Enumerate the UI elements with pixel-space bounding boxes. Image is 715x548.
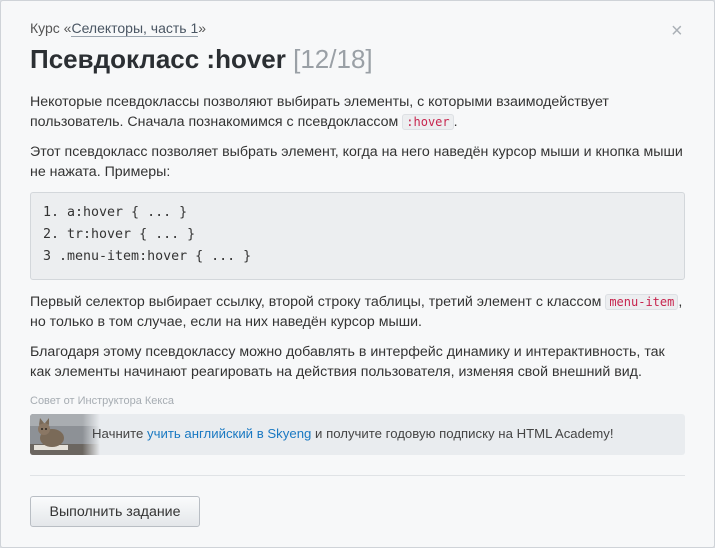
- inline-code-hover: :hover: [402, 114, 454, 130]
- task-modal: Курс «Селекторы, часть 1» × Псевдокласс …: [0, 0, 715, 548]
- explanation-text: Первый селектор выбирает ссылку, второй …: [30, 294, 606, 310]
- cat-avatar-icon: [30, 414, 100, 455]
- paragraph-intro: Некоторые псевдоклассы позволяют выбират…: [30, 92, 685, 132]
- breadcrumb-prefix: Курс «: [30, 20, 72, 36]
- intro-text-end: .: [453, 114, 458, 130]
- tip-text-end: и получите годовую подписку на HTML Acad…: [311, 426, 614, 441]
- course-link[interactable]: Селекторы, часть 1: [71, 20, 199, 37]
- inline-code-menu-item: menu-item: [605, 294, 679, 310]
- close-icon[interactable]: ×: [671, 21, 683, 41]
- page-title: Псевдокласс :hover [12/18]: [30, 44, 373, 75]
- divider: [30, 475, 685, 476]
- tip-banner: Начните учить английский в Skyeng и полу…: [30, 414, 685, 455]
- tip-text-start: Начните: [92, 426, 147, 441]
- paragraph-description: Этот псевдокласс позволяет выбрать элеме…: [30, 144, 683, 180]
- tip-text: Начните учить английский в Skyeng и полу…: [92, 426, 614, 441]
- complete-task-button[interactable]: Выполнить задание: [30, 496, 200, 527]
- breadcrumb-suffix: »: [198, 20, 207, 36]
- code-line: 1. a:hover { ... }: [43, 205, 188, 220]
- task-counter: [12/18]: [293, 44, 373, 74]
- title-text: Псевдокласс :hover: [30, 44, 286, 74]
- task-content: Некоторые псевдоклассы позволяют выбират…: [30, 92, 685, 392]
- paragraph-conclusion: Благодаря этому псевдоклассу можно добав…: [30, 344, 665, 380]
- code-line: 3 .menu-item:hover { ... }: [43, 249, 252, 264]
- paragraph-explanation: Первый селектор выбирает ссылку, второй …: [30, 292, 685, 332]
- intro-text: Некоторые псевдоклассы позволяют выбират…: [30, 94, 609, 130]
- skyeng-link[interactable]: учить английский в Skyeng: [147, 426, 311, 441]
- code-block: 1. a:hover { ... } 2. tr:hover { ... } 3…: [30, 192, 685, 280]
- code-line: 2. tr:hover { ... }: [43, 227, 196, 242]
- breadcrumb: Курс «Селекторы, часть 1»: [30, 20, 207, 37]
- tip-label: Совет от Инструктора Кекса: [30, 395, 174, 407]
